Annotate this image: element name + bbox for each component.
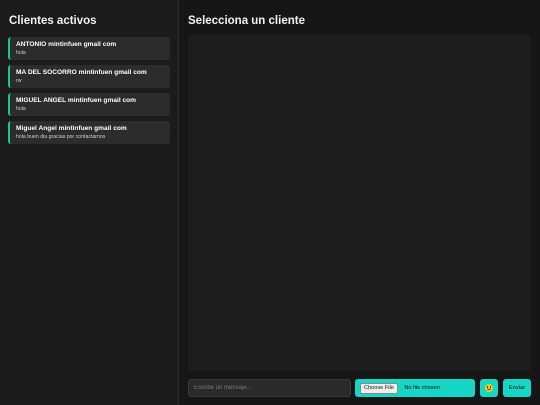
message-input[interactable] — [188, 379, 351, 397]
client-item[interactable]: MIGUEL ANGEL mintinfuen gmail com hola — [8, 93, 170, 116]
client-last-message: hola — [16, 50, 26, 56]
client-name: Miguel Angel mintinfuen gmail com — [16, 125, 127, 132]
client-item[interactable]: MA DEL SOCORRO mintinfuen gmail com rw — [8, 65, 170, 88]
emoji-icon — [485, 384, 493, 392]
client-name: MA DEL SOCORRO mintinfuen gmail com — [16, 69, 147, 76]
client-item[interactable]: ANTONIO mintinfuen gmail com hola — [8, 37, 170, 60]
client-last-message: rw — [16, 78, 22, 84]
sidebar: Clientes activos ANTONIO mintinfuen gmai… — [0, 0, 179, 405]
send-button[interactable]: Enviar — [503, 379, 531, 397]
client-name: ANTONIO mintinfuen gmail com — [16, 41, 117, 48]
choose-file-button[interactable]: Choose File — [360, 383, 398, 394]
file-input[interactable]: Choose File No file chosen — [355, 379, 475, 397]
chat-messages-area — [188, 35, 531, 371]
client-name: MIGUEL ANGEL mintinfuen gmail com — [16, 97, 137, 104]
sidebar-title: Clientes activos — [9, 15, 97, 27]
client-last-message: hola buen dia gracias por contactarnos — [16, 134, 106, 140]
emoji-button[interactable] — [480, 379, 498, 397]
no-file-label: No file chosen — [404, 385, 440, 391]
client-list: ANTONIO mintinfuen gmail com hola MA DEL… — [8, 37, 170, 149]
page-title: Selecciona un cliente — [188, 15, 305, 27]
client-last-message: hola — [16, 106, 26, 112]
client-item[interactable]: Miguel Angel mintinfuen gmail com hola b… — [8, 121, 170, 144]
message-composer: Choose File No file chosen Enviar — [188, 379, 532, 397]
